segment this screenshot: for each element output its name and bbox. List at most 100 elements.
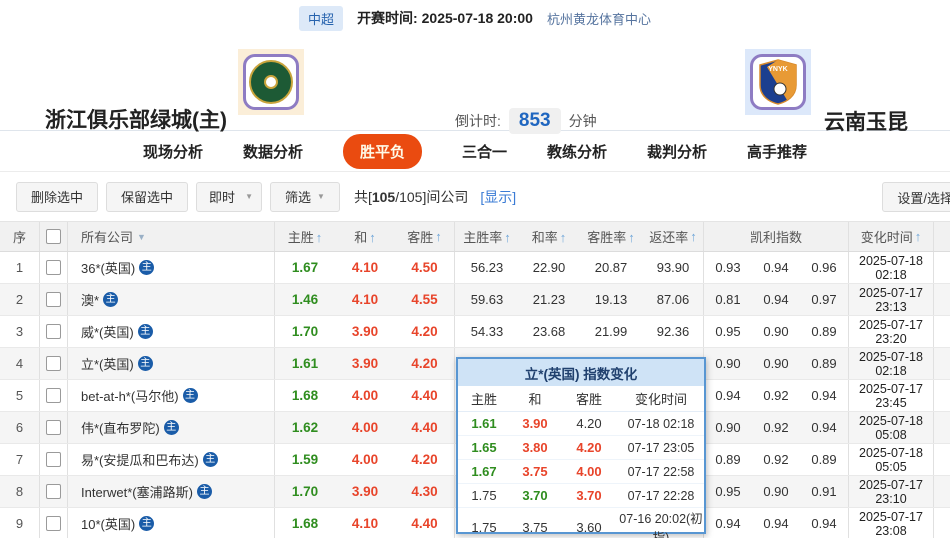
tab-three-in-one[interactable]: 三合一 [462, 141, 507, 162]
row-checkbox[interactable] [46, 388, 61, 403]
company-cell[interactable]: Interwet*(塞浦路斯) 主 [68, 476, 275, 507]
row-checkbox[interactable] [46, 292, 61, 307]
row-checkbox[interactable] [46, 516, 61, 531]
popup-draw-odds: 3.75 [510, 520, 560, 535]
tab-expert-picks[interactable]: 高手推荐 [747, 141, 807, 162]
countdown: 倒计时: 853 分钟 [455, 108, 597, 134]
row-checkbox[interactable] [46, 356, 61, 371]
row-checkbox[interactable] [46, 260, 61, 275]
company-name: Interwet*(塞浦路斯) [81, 482, 193, 501]
popup-body: 1.61 3.90 4.20 07-18 02:18 1.65 3.80 4.2… [458, 412, 704, 532]
company-cell[interactable]: 伟*(直布罗陀) 主 [68, 412, 275, 443]
company-cell[interactable]: bet-at-h*(马尔他) 主 [68, 380, 275, 411]
company-cell[interactable]: 10*(英国)主 [68, 508, 275, 538]
away-odds: 4.40 [395, 412, 455, 443]
row-checkbox[interactable] [46, 452, 61, 467]
header-select-all[interactable] [40, 222, 68, 251]
popup-away-odds: 3.60 [560, 520, 618, 535]
tab-referee-analysis[interactable]: 裁判分析 [647, 141, 707, 162]
kickoff-time: 开赛时间: 2025-07-18 20:00 [357, 8, 533, 28]
venue-link[interactable]: 杭州黄龙体育中心 [547, 9, 651, 28]
popup-home-odds: 1.75 [458, 488, 510, 503]
popup-away-odds: 4.20 [560, 416, 618, 431]
popup-draw-odds: 3.80 [510, 440, 560, 455]
return-rate: 92.36 [643, 316, 704, 347]
kelly-away: 0.96 [800, 252, 849, 283]
row-checkbox-cell [40, 412, 68, 443]
countdown-value: 853 [509, 108, 561, 134]
company-cell[interactable]: 易*(安提瓜和巴布达)主 [68, 444, 275, 475]
company-cell[interactable]: 36*(英国)主 [68, 252, 275, 283]
show-link[interactable]: [显示] [480, 187, 516, 207]
away-odds: 4.20 [395, 316, 455, 347]
header-company[interactable]: 所有公司▼ [68, 222, 275, 251]
row-checkbox[interactable] [46, 484, 61, 499]
kelly-draw: 0.90 [752, 324, 800, 339]
away-logo-frame: YNYK [750, 54, 806, 110]
table-row: 1 36*(英国)主 1.67 4.10 4.50 56.23 22.90 20… [0, 252, 950, 284]
filter-dropdown[interactable]: 筛选▼ [270, 182, 340, 212]
home-badge-icon: 主 [197, 484, 212, 499]
settings-select-button[interactable]: 设置/选择 [882, 182, 950, 212]
draw-odds: 4.10 [335, 516, 395, 531]
header-home-odds[interactable]: 主胜↑ [275, 227, 335, 246]
draw-rate: 23.68 [519, 324, 579, 339]
popup-change-time: 07-17 22:58 [618, 465, 704, 479]
company-cell[interactable]: 威*(英国)主 [68, 316, 275, 347]
change-time: 2025-07-17 23:20 [849, 316, 934, 347]
header-draw-odds[interactable]: 和↑ [335, 227, 395, 246]
draw-odds: 4.00 [335, 452, 395, 467]
table-row: 3 威*(英国)主 1.70 3.90 4.20 54.33 23.68 21.… [0, 316, 950, 348]
home-badge-icon: 主 [164, 420, 179, 435]
row-seq: 1 [0, 252, 40, 283]
instant-dropdown[interactable]: 即时▼ [196, 182, 262, 212]
soccer-crest-icon [249, 60, 293, 104]
change-time: 2025-07-17 23:45 [849, 380, 934, 411]
row-seq: 2 [0, 284, 40, 315]
header-home-rate[interactable]: 主胜率↑ [455, 227, 519, 246]
team-header: 浙江俱乐部绿城(主) 倒计时: 853 分钟 YNYK 云南玉昆 [0, 36, 950, 131]
tab-live-analysis[interactable]: 现场分析 [143, 141, 203, 162]
kelly-away: 0.94 [800, 508, 849, 538]
company-name: bet-at-h*(马尔他) [81, 386, 179, 405]
draw-odds: 4.10 [335, 292, 395, 307]
header-away-rate[interactable]: 客胜率↑ [579, 227, 643, 246]
header-away-odds[interactable]: 客胜↑ [395, 222, 455, 251]
tab-data-analysis[interactable]: 数据分析 [243, 141, 303, 162]
row-seq: 9 [0, 508, 40, 538]
home-odds: 1.61 [275, 356, 335, 371]
row-checkbox-cell [40, 476, 68, 507]
company-cell[interactable]: 立*(英国)主 [68, 348, 275, 379]
return-rate: 93.90 [643, 252, 704, 283]
change-time: 2025-07-17 23:13 [849, 284, 934, 315]
home-odds: 1.70 [275, 484, 335, 499]
row-checkbox-cell [40, 348, 68, 379]
company-cell[interactable]: 澳*主 [68, 284, 275, 315]
row-checkbox[interactable] [46, 420, 61, 435]
row-checkbox[interactable] [46, 324, 61, 339]
kelly-home: 0.94 [704, 388, 752, 403]
row-checkbox-cell [40, 508, 68, 538]
league-badge[interactable]: 中超 [299, 6, 343, 31]
popup-row: 1.61 3.90 4.20 07-18 02:18 [458, 412, 704, 436]
tab-win-draw-lose[interactable]: 胜平负 [343, 134, 422, 169]
keep-selected-button[interactable]: 保留选中 [106, 182, 188, 212]
home-team-logo [238, 49, 304, 115]
delete-selected-button[interactable]: 删除选中 [16, 182, 98, 212]
company-name: 伟*(直布罗陀) [81, 418, 160, 437]
kelly-home: 0.90 [704, 356, 752, 371]
row-checkbox-cell [40, 380, 68, 411]
popup-row: 1.75 3.70 3.70 07-17 22:28 [458, 484, 704, 508]
header-draw-rate[interactable]: 和率↑ [519, 227, 579, 246]
header-change-time[interactable]: 变化时间↑ [849, 222, 934, 251]
away-team-logo: YNYK [745, 49, 811, 115]
select-all-checkbox[interactable] [46, 229, 61, 244]
popup-change-time: 07-18 02:18 [618, 417, 704, 431]
change-time: 2025-07-18 05:05 [849, 444, 934, 475]
tab-coach-analysis[interactable]: 教练分析 [547, 141, 607, 162]
home-badge-icon: 主 [138, 324, 153, 339]
header-return-rate[interactable]: 返还率↑ [643, 222, 704, 251]
row-checkbox-cell [40, 284, 68, 315]
popup-row: 1.65 3.80 4.20 07-17 23:05 [458, 436, 704, 460]
home-badge-icon: 主 [183, 388, 198, 403]
